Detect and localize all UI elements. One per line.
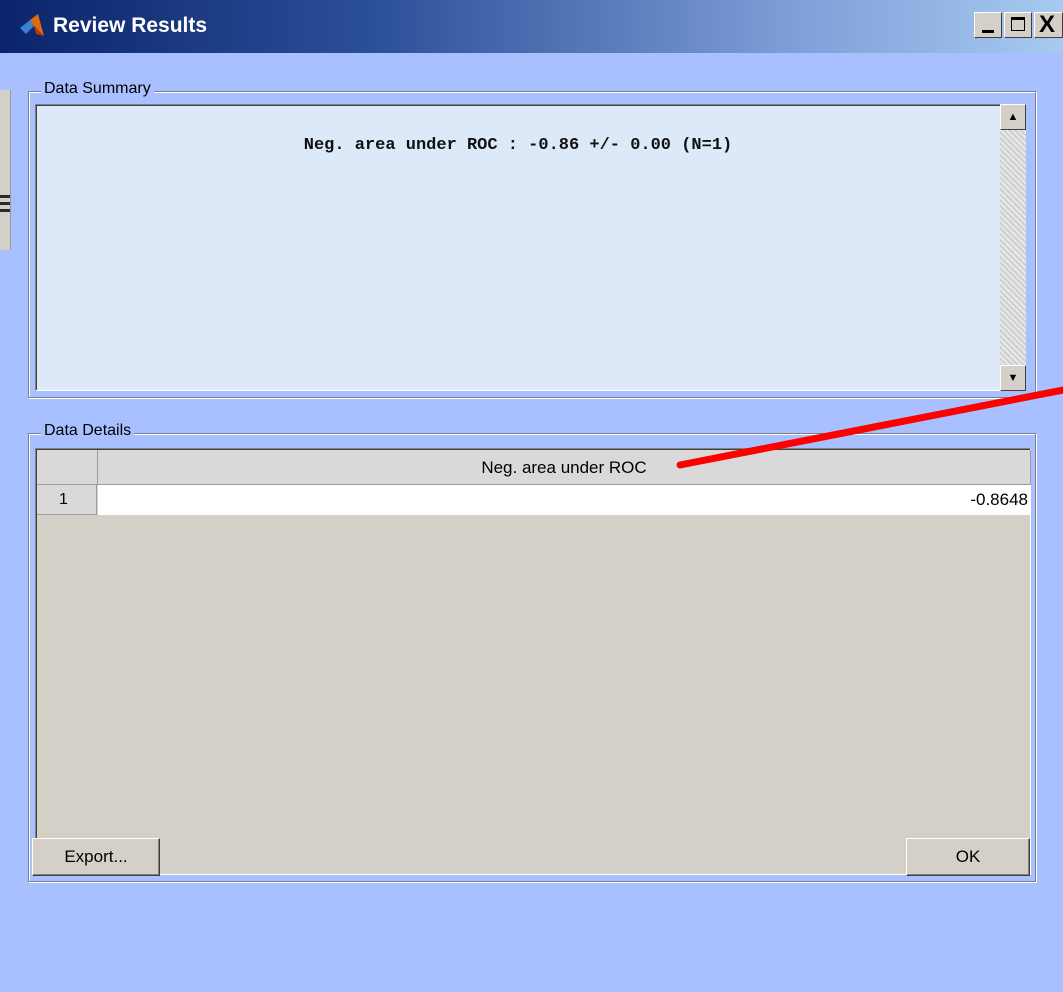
close-button[interactable]: X: [1034, 11, 1063, 38]
scroll-up-arrow-icon: ▲: [1007, 111, 1019, 123]
close-icon: X: [1039, 11, 1056, 38]
ok-button[interactable]: OK: [906, 838, 1030, 876]
window-title: Review Results: [53, 14, 208, 37]
data-details-group: Data Details Neg. area under ROC 1 -0.86…: [28, 422, 1036, 882]
summary-text: Neg. area under ROC : -0.86 +/- 0.00 (N=…: [303, 136, 733, 155]
table-cell-value[interactable]: -0.8648: [98, 485, 1030, 515]
summary-scrollbar[interactable]: ▲ ▼: [1000, 104, 1026, 391]
details-table: Neg. area under ROC 1 -0.8648: [35, 448, 1031, 875]
scroll-down-button[interactable]: ▼: [1000, 365, 1026, 391]
data-summary-group: Data Summary Neg. area under ROC : -0.86…: [28, 80, 1036, 398]
table-corner-header[interactable]: [37, 450, 98, 485]
minimize-icon: [982, 30, 994, 33]
data-details-label: Data Details: [41, 422, 135, 440]
matlab-logo-icon: [20, 14, 44, 36]
export-button[interactable]: Export...: [32, 838, 160, 876]
summary-text-area[interactable]: Neg. area under ROC : -0.86 +/- 0.00 (N=…: [35, 104, 1001, 391]
title-bar[interactable]: Review Results X: [0, 0, 1063, 53]
maximize-icon: [1011, 17, 1025, 31]
minimize-button[interactable]: [974, 12, 1002, 38]
scroll-down-arrow-icon: ▼: [1007, 372, 1019, 384]
data-summary-label: Data Summary: [41, 80, 154, 98]
row-header[interactable]: 1: [37, 485, 97, 515]
review-results-window: Review Results X Data Summary Neg. area …: [0, 0, 1063, 992]
maximize-button[interactable]: [1004, 12, 1032, 38]
column-header-neg-area-under-roc[interactable]: Neg. area under ROC: [98, 450, 1031, 485]
scroll-up-button[interactable]: ▲: [1000, 104, 1026, 130]
